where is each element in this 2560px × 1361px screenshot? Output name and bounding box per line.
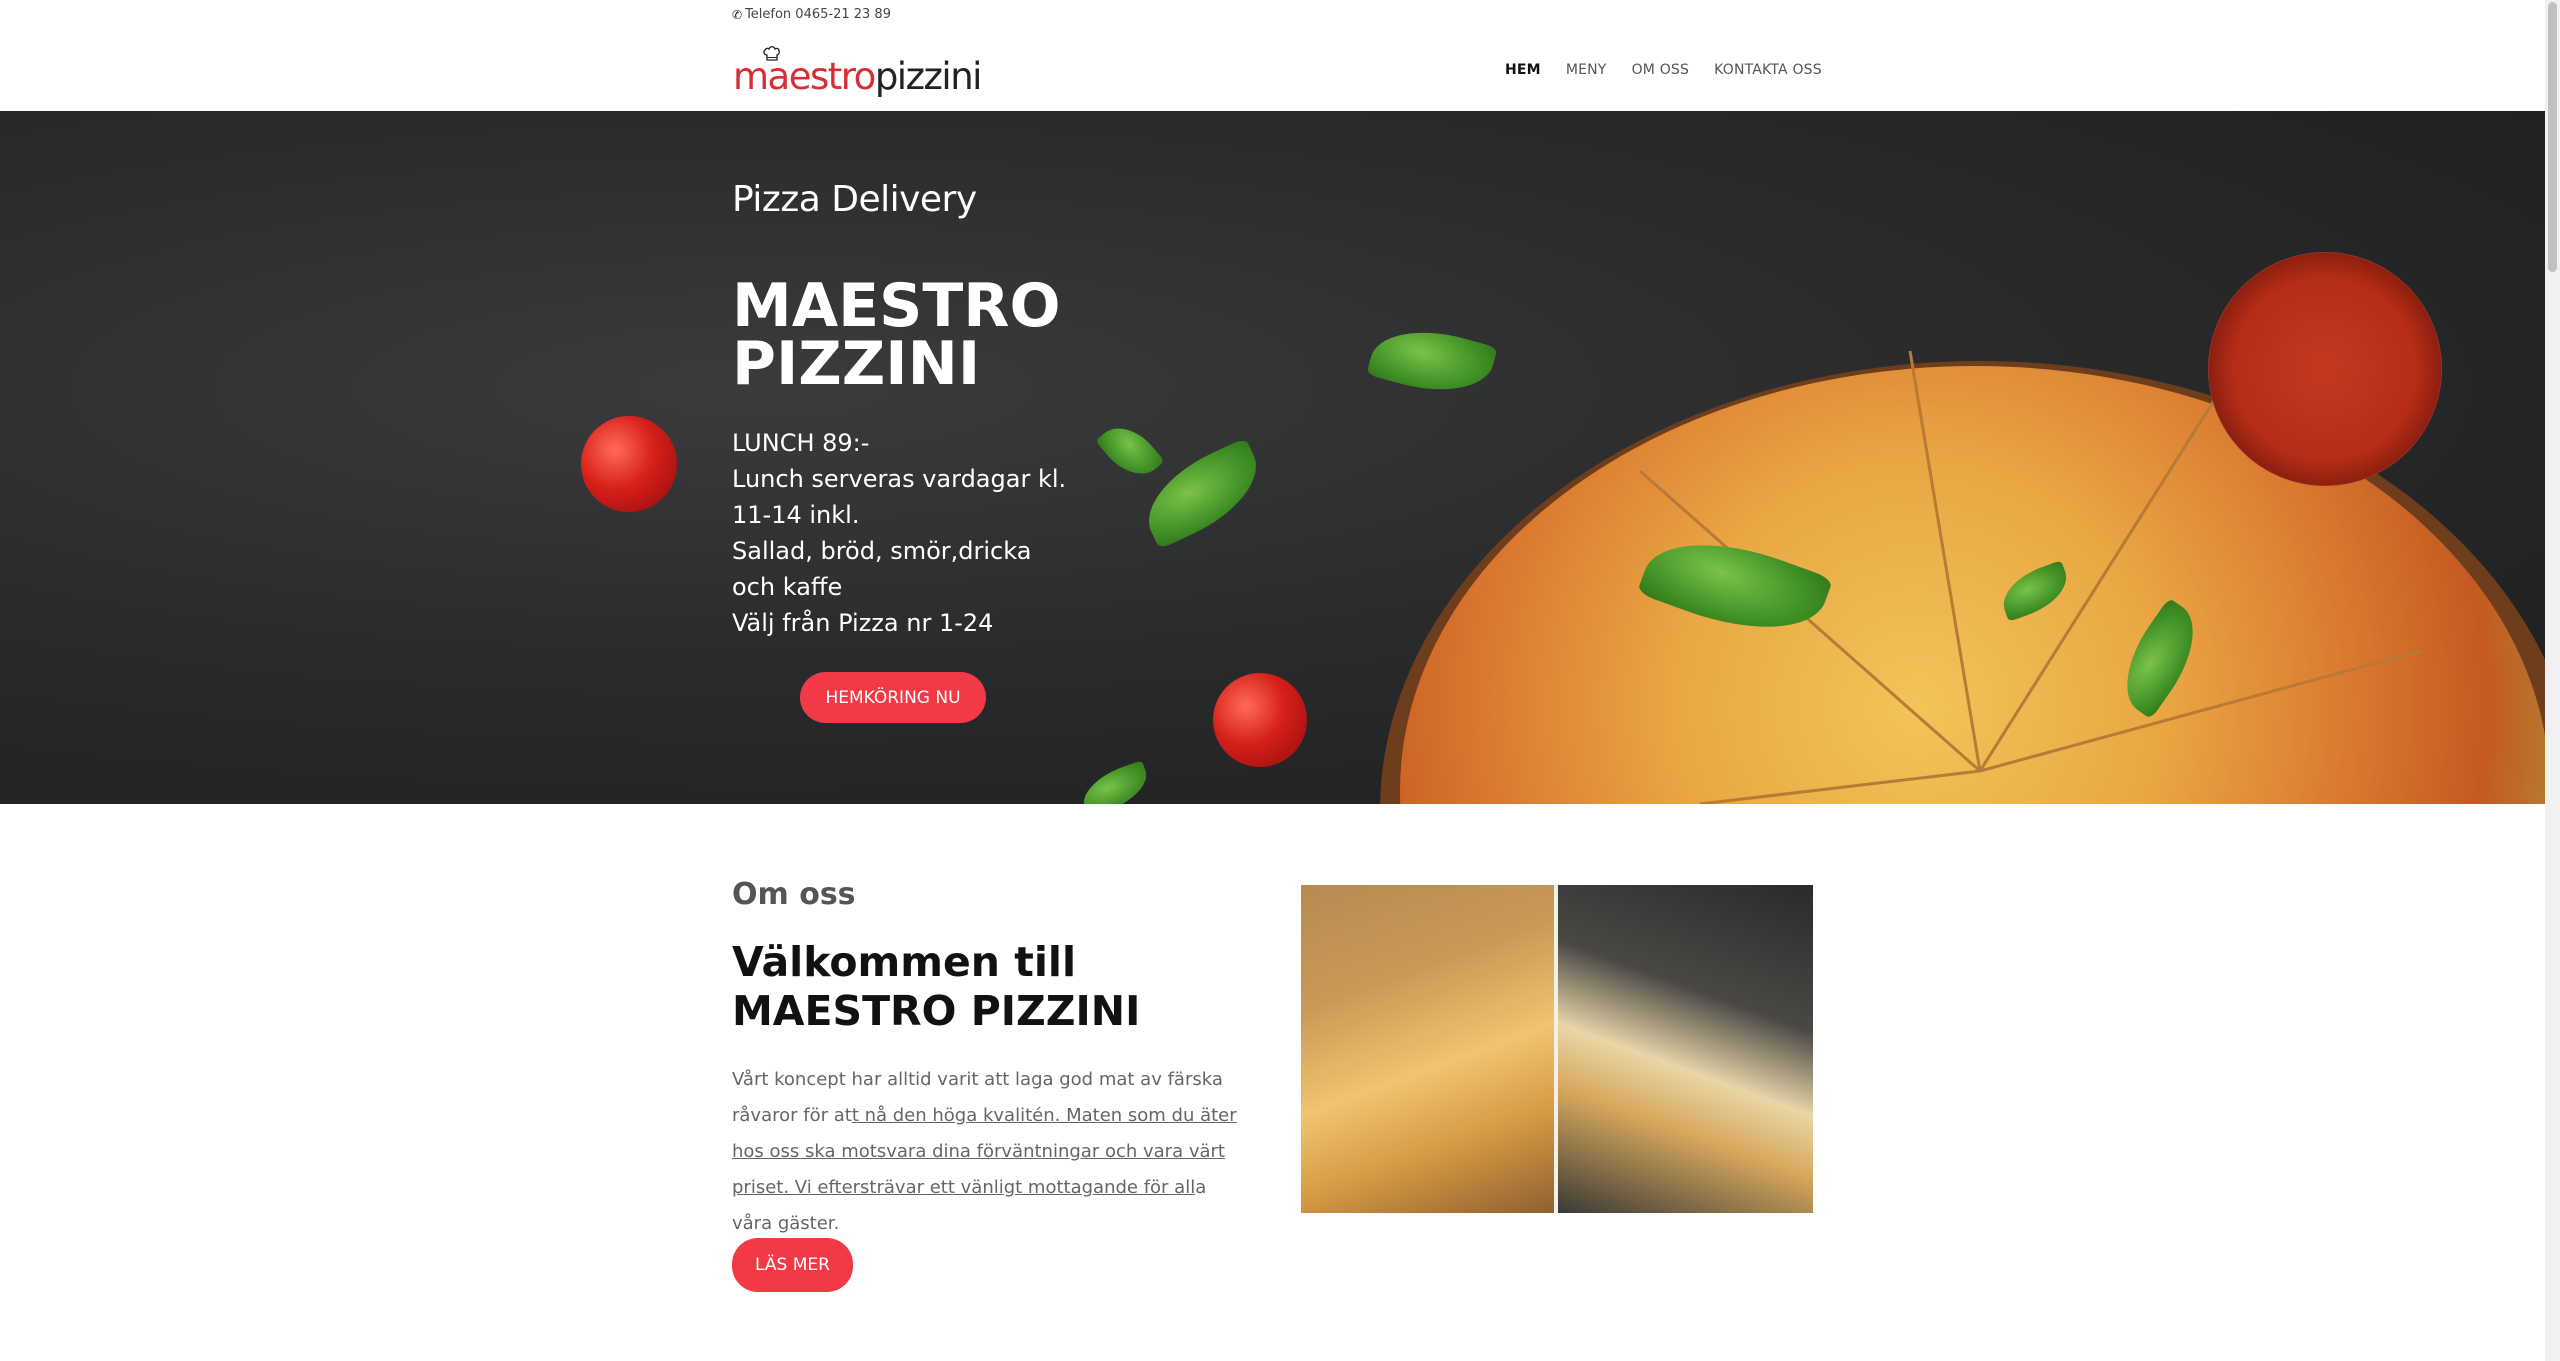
about-title: Välkommen till MAESTRO PIZZINI bbox=[732, 938, 1292, 1036]
nav-meny[interactable]: MENY bbox=[1566, 62, 1607, 78]
hero-line: LUNCH 89:- bbox=[732, 429, 870, 457]
about-kicker: Om oss bbox=[732, 877, 856, 912]
about-title-line: MAESTRO PIZZINI bbox=[732, 987, 1141, 1035]
hero-section: Pizza Delivery MAESTRO PIZZINI LUNCH 89:… bbox=[0, 111, 2545, 804]
hero-subtitle: Pizza Delivery bbox=[732, 179, 977, 220]
hero-lunch-info: LUNCH 89:- Lunch serveras vardagar kl. 1… bbox=[732, 425, 1072, 641]
nav-kontakta-oss[interactable]: KONTAKTA OSS bbox=[1714, 62, 1822, 78]
nav-om-oss[interactable]: OM OSS bbox=[1632, 62, 1690, 78]
logo-word-pizzini: pizzini bbox=[874, 55, 983, 98]
top-bar: ✆ Telefon 0465-21 23 89 bbox=[0, 0, 2545, 30]
phone-text: Telefon 0465-21 23 89 bbox=[745, 7, 891, 22]
pizza-image-right bbox=[1558, 885, 1813, 1213]
hero-line: Välj från Pizza nr 1-24 bbox=[732, 609, 994, 637]
pizza-cheese-image bbox=[1301, 885, 1813, 1213]
about-title-line: Välkommen till bbox=[732, 938, 1077, 986]
phone-info: ✆ Telefon 0465-21 23 89 bbox=[732, 7, 891, 22]
las-mer-button[interactable]: LÄS MER bbox=[732, 1238, 853, 1292]
scrollbar-thumb[interactable] bbox=[2548, 2, 2557, 272]
logo-word-maestro: maestro bbox=[733, 55, 876, 98]
pizza-image-left bbox=[1301, 885, 1554, 1213]
logo[interactable]: maestropizzini bbox=[733, 46, 982, 96]
tomato-image bbox=[581, 416, 677, 512]
hero-title-line: MAESTRO bbox=[732, 271, 1061, 341]
page: ✆ Telefon 0465-21 23 89 maestropizzini H… bbox=[0, 0, 2545, 1361]
hero-title-line: PIZZINI bbox=[732, 329, 981, 399]
hero-title: MAESTRO PIZZINI bbox=[732, 271, 1061, 399]
scrollbar[interactable] bbox=[2545, 0, 2560, 1361]
sauce-bowl-image bbox=[2208, 252, 2442, 486]
nav-hem[interactable]: HEM bbox=[1505, 62, 1541, 78]
logo-text: maestropizzini bbox=[733, 55, 983, 98]
hero-line: Sallad, bröd, smör,dricka och kaffe bbox=[732, 537, 1032, 601]
phone-icon: ✆ bbox=[732, 7, 743, 22]
tomato-image bbox=[1213, 673, 1307, 767]
hemkoring-button[interactable]: HEMKÖRING NU bbox=[800, 672, 986, 723]
header: maestropizzini HEM MENY OM OSS KONTAKTA … bbox=[0, 30, 2545, 111]
about-text: Vårt koncept har alltid varit att laga g… bbox=[732, 1062, 1244, 1242]
hero-line: Lunch serveras vardagar kl. 11-14 inkl. bbox=[732, 465, 1067, 529]
about-section: Om oss Välkommen till MAESTRO PIZZINI Vå… bbox=[0, 804, 2545, 1361]
main-nav: HEM MENY OM OSS KONTAKTA OSS bbox=[1505, 62, 1822, 78]
